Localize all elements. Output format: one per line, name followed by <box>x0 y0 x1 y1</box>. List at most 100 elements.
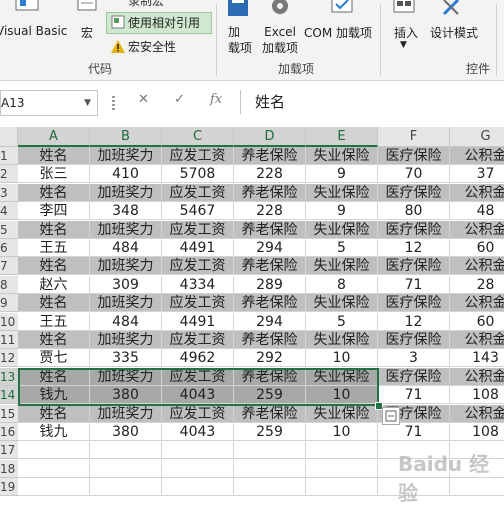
data-cell[interactable]: 228 <box>234 165 306 184</box>
header-cell[interactable]: 养老保险 <box>234 367 306 386</box>
row-header[interactable]: 13 <box>0 367 18 386</box>
data-cell[interactable] <box>18 459 90 478</box>
row-header[interactable]: 12 <box>0 349 18 368</box>
header-cell[interactable]: 加班奖力 <box>90 367 162 386</box>
header-cell[interactable]: 加班奖力 <box>90 183 162 202</box>
header-cell[interactable]: 失业保险 <box>306 367 378 386</box>
column-header-d[interactable]: D <box>234 127 306 147</box>
data-cell[interactable] <box>234 441 306 460</box>
header-cell[interactable]: 姓名 <box>18 367 90 386</box>
row-header[interactable]: 6 <box>0 239 18 257</box>
row-header[interactable]: 5 <box>0 220 18 239</box>
header-cell[interactable]: 加班奖力 <box>90 220 162 239</box>
data-cell[interactable]: 12 <box>378 312 450 331</box>
data-cell[interactable]: 335 <box>90 349 162 368</box>
header-cell[interactable]: 应发工资 <box>162 147 234 165</box>
name-box[interactable]: A13 ▼ <box>0 90 98 116</box>
data-cell[interactable] <box>306 459 378 478</box>
name-box-dropdown-icon[interactable]: ▼ <box>84 91 91 115</box>
header-cell[interactable]: 失业保险 <box>306 294 378 313</box>
insert-control-button[interactable]: 插入 <box>394 24 418 41</box>
data-cell[interactable]: 380 <box>90 386 162 405</box>
data-cell[interactable]: 60 <box>450 239 504 257</box>
data-cell[interactable]: 5 <box>306 239 378 257</box>
data-cell[interactable]: 赵六 <box>18 275 90 294</box>
data-cell[interactable]: 4043 <box>162 386 234 405</box>
data-cell[interactable] <box>18 441 90 460</box>
header-cell[interactable]: 养老保险 <box>234 257 306 276</box>
row-header[interactable]: 16 <box>0 423 18 441</box>
data-cell[interactable]: 5467 <box>162 202 234 221</box>
data-cell[interactable]: 380 <box>90 423 162 441</box>
row-header[interactable]: 7 <box>0 257 18 276</box>
data-cell[interactable]: 259 <box>234 386 306 405</box>
data-cell[interactable]: 60 <box>450 313 504 331</box>
data-cell[interactable] <box>306 441 378 460</box>
data-cell[interactable] <box>90 478 162 497</box>
header-cell[interactable]: 加班奖力 <box>90 257 162 276</box>
data-cell[interactable]: 143 <box>450 349 504 368</box>
header-cell[interactable]: 应发工资 <box>162 294 234 313</box>
row-header[interactable]: 15 <box>0 404 18 423</box>
column-header-e[interactable]: E <box>306 127 378 147</box>
data-cell[interactable]: 5708 <box>162 165 234 184</box>
data-cell[interactable]: 3 <box>378 349 450 368</box>
header-cell[interactable]: 公积金 <box>450 404 504 423</box>
header-cell[interactable]: 医疗保险 <box>378 183 450 202</box>
data-cell[interactable]: 484 <box>90 312 162 331</box>
data-cell[interactable]: 294 <box>234 312 306 331</box>
header-cell[interactable]: 公积金 <box>450 367 504 386</box>
data-cell[interactable]: 5 <box>306 312 378 331</box>
header-cell[interactable]: 姓名 <box>18 331 90 349</box>
data-cell[interactable] <box>162 478 234 497</box>
data-cell[interactable]: 292 <box>234 349 306 368</box>
data-cell[interactable]: 294 <box>234 239 306 257</box>
macros-button[interactable]: 宏 <box>81 24 93 41</box>
addins-button[interactable]: 加 载项 <box>228 24 252 56</box>
header-cell[interactable]: 养老保险 <box>234 183 306 202</box>
header-cell[interactable]: 加班奖力 <box>90 147 162 165</box>
header-cell[interactable]: 姓名 <box>18 257 90 276</box>
data-cell[interactable]: 8 <box>306 275 378 294</box>
row-header[interactable]: 1 <box>0 147 18 165</box>
data-cell[interactable]: 4491 <box>162 239 234 257</box>
data-cell[interactable] <box>162 441 234 460</box>
data-cell[interactable] <box>234 459 306 478</box>
data-cell[interactable] <box>162 459 234 478</box>
row-header[interactable]: 8 <box>0 275 18 294</box>
data-cell[interactable]: 李四 <box>18 202 90 221</box>
header-cell[interactable]: 医疗保险 <box>378 220 450 239</box>
header-cell[interactable]: 应发工资 <box>162 404 234 423</box>
header-cell[interactable]: 失业保险 <box>306 331 378 349</box>
data-cell[interactable]: 9 <box>306 202 378 221</box>
column-header-c[interactable]: C <box>162 127 234 147</box>
row-header[interactable]: 10 <box>0 312 18 331</box>
excel-addins-button[interactable]: Excel 加载项 <box>262 24 298 56</box>
header-cell[interactable]: 应发工资 <box>162 220 234 239</box>
row-header[interactable]: 11 <box>0 331 18 349</box>
data-cell[interactable]: 410 <box>90 165 162 184</box>
macro-security-button[interactable]: 宏安全性 <box>128 38 176 55</box>
column-header-f[interactable]: F <box>378 127 450 147</box>
header-cell[interactable]: 公积金 <box>450 147 504 165</box>
header-cell[interactable]: 姓名 <box>18 294 90 313</box>
data-cell[interactable]: 228 <box>234 202 306 221</box>
header-cell[interactable]: 失业保险 <box>306 183 378 202</box>
data-cell[interactable] <box>234 478 306 497</box>
data-cell[interactable]: 10 <box>306 349 378 368</box>
data-cell[interactable]: 70 <box>378 165 450 184</box>
data-cell[interactable] <box>90 441 162 460</box>
design-mode-button[interactable]: 设计模式 <box>430 24 478 41</box>
data-cell[interactable]: 王五 <box>18 312 90 331</box>
row-header[interactable]: 4 <box>0 202 18 221</box>
data-cell[interactable]: 71 <box>378 386 450 405</box>
data-cell[interactable]: 48 <box>450 202 504 221</box>
row-header[interactable]: 17 <box>0 441 18 460</box>
formula-input[interactable]: 姓名 <box>240 90 504 114</box>
header-cell[interactable]: 姓名 <box>18 147 90 165</box>
enter-icon[interactable]: ✓ <box>174 92 185 107</box>
header-cell[interactable]: 应发工资 <box>162 257 234 276</box>
header-cell[interactable]: 公积金 <box>450 183 504 202</box>
data-cell[interactable]: 4043 <box>162 423 234 441</box>
header-cell[interactable]: 公积金 <box>450 331 504 349</box>
